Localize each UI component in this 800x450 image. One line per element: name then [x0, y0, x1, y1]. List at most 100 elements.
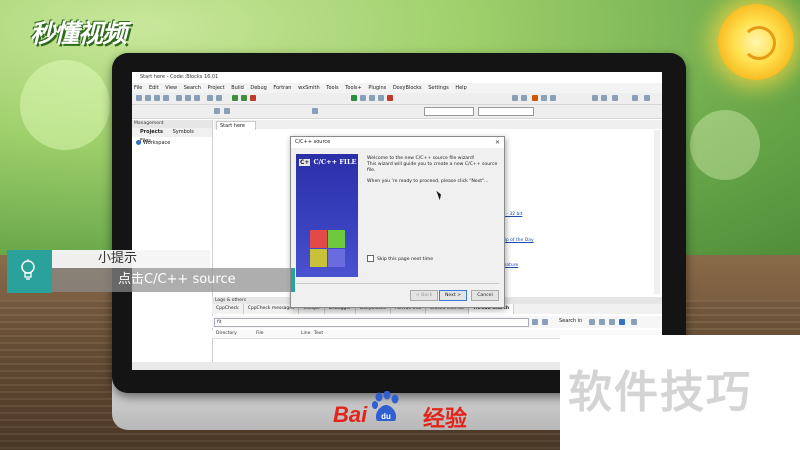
background-bokeh	[20, 60, 110, 150]
search-scope-icon[interactable]	[589, 319, 595, 325]
format-icon[interactable]	[312, 108, 318, 114]
step-into-icon[interactable]	[369, 95, 375, 101]
find-icon[interactable]	[207, 95, 213, 101]
tab-projects[interactable]: Projects	[140, 129, 163, 135]
ide-toolbar-secondary	[132, 105, 662, 119]
ide-title: Start here - Code::Blocks 16.01	[140, 74, 219, 80]
menu-edit[interactable]: Edit	[149, 85, 159, 91]
menu-tools[interactable]: Tools	[326, 85, 338, 91]
tab-start-here[interactable]: Start here	[216, 121, 256, 130]
management-title: Management	[132, 120, 212, 128]
log-tab-cppcheck[interactable]: CppCheck	[212, 304, 244, 314]
baidu-paw-icon: du	[372, 391, 399, 421]
workspace-label: Workspace	[143, 140, 171, 146]
search-options-icon[interactable]	[542, 319, 548, 325]
lightbulb-icon	[21, 259, 35, 280]
close-icon[interactable]: ✕	[495, 137, 500, 148]
wizard-line-2: This wizard will guide you to create a n…	[367, 162, 498, 173]
menu-help[interactable]: Help	[455, 85, 466, 91]
symbol-browser-icon[interactable]	[224, 108, 230, 114]
bookmark-icon[interactable]	[532, 95, 538, 101]
paste-icon[interactable]	[194, 95, 200, 101]
menu-fortran[interactable]: Fortran	[273, 85, 291, 91]
jump-back-icon[interactable]	[512, 95, 518, 101]
search-icon[interactable]	[532, 319, 538, 325]
cut-icon[interactable]	[176, 95, 182, 101]
new-file-icon[interactable]	[136, 95, 142, 101]
menu-file[interactable]: File	[134, 85, 142, 91]
comment-icon[interactable]	[592, 95, 598, 101]
jump-forward-icon[interactable]	[521, 95, 527, 101]
workspace-icon	[136, 140, 141, 145]
copy-icon[interactable]	[185, 95, 191, 101]
menu-settings[interactable]: Settings	[428, 85, 449, 91]
tip-accent-bar	[291, 268, 295, 292]
monitor-screen: Start here - Code::Blocks 16.01 File Edi…	[132, 72, 662, 370]
menu-doxyblocks[interactable]: DoxyBlocks	[393, 85, 422, 91]
sun-spiral-icon	[742, 26, 776, 60]
menu-view[interactable]: View	[165, 85, 177, 91]
next-button[interactable]: Next >	[439, 290, 467, 301]
wizard-tiles-icon	[310, 230, 346, 268]
dialog-title: C/C++ source	[295, 139, 331, 145]
highlight-icon[interactable]	[632, 95, 638, 101]
tab-symbols[interactable]: Symbols	[173, 129, 194, 135]
build-icon[interactable]	[232, 95, 238, 101]
menu-build[interactable]: Build	[231, 85, 244, 91]
new-source-wizard-dialog: C/C++ source ✕ C+ C/C++ FILE Welcome to t…	[290, 136, 505, 308]
col-line: Line	[301, 331, 311, 336]
col-file: File	[256, 331, 264, 336]
skip-page-checkbox[interactable]	[367, 255, 374, 262]
menu-tools-plus[interactable]: Tools+	[345, 85, 362, 91]
baidu-logo-bai: Bai	[333, 402, 368, 427]
goto-icon[interactable]	[612, 95, 618, 101]
link-tip-of-the-day[interactable]: Tip of the Day	[502, 238, 534, 243]
back-button[interactable]: < Back	[410, 290, 438, 301]
open-file-icon[interactable]	[145, 95, 151, 101]
editor-scrollbar[interactable]	[654, 130, 660, 294]
save-icon[interactable]	[154, 95, 160, 101]
step-out-icon[interactable]	[378, 95, 384, 101]
ide-menu-bar: File Edit View Search Project Build Debu…	[132, 83, 662, 93]
tip-body: 点击C/C++ source	[118, 272, 236, 287]
search-settings-icon[interactable]	[631, 319, 637, 325]
prev-bookmark-icon[interactable]	[541, 95, 547, 101]
next-bookmark-icon[interactable]	[550, 95, 556, 101]
link-32-bit[interactable]: n - 32 bit	[502, 212, 522, 217]
step-icon[interactable]	[360, 95, 366, 101]
uncomment-icon[interactable]	[601, 95, 607, 101]
search-dir-icon[interactable]	[619, 319, 625, 325]
run-icon[interactable]	[241, 95, 247, 101]
debug-icon[interactable]	[351, 95, 357, 101]
menu-plugins[interactable]: Plugins	[368, 85, 386, 91]
function-dropdown[interactable]	[478, 107, 534, 116]
search-project-icon[interactable]	[599, 319, 605, 325]
workspace-node[interactable]: Workspace	[136, 140, 170, 146]
code-completion-icon[interactable]	[214, 108, 220, 114]
wizard-banner-title: C+ C/C++ FILE	[299, 158, 357, 166]
menu-search[interactable]: Search	[184, 85, 201, 91]
menu-project[interactable]: Project	[208, 85, 225, 91]
stop-icon[interactable]	[250, 95, 256, 101]
editor-tabbar: Start here	[214, 120, 662, 130]
skip-page-checkbox-row[interactable]: Skip this page next time	[367, 255, 433, 262]
wizard-banner-text: C/C++ FILE	[313, 158, 357, 166]
thread-search-input[interactable]: fit	[214, 318, 529, 327]
replace-icon[interactable]	[216, 95, 222, 101]
management-tabs: Projects Symbols Files	[132, 128, 212, 144]
menu-debug[interactable]: Debug	[250, 85, 266, 91]
top-brand-logo: 秒懂视频	[30, 19, 127, 48]
ide-title-bar: Start here - Code::Blocks 16.01	[132, 72, 662, 83]
wizard-line-3: When you 're ready to proceed, please cl…	[367, 179, 489, 184]
search-workspace-icon[interactable]	[609, 319, 615, 325]
debug-stop-icon[interactable]	[387, 95, 393, 101]
menu-wxsmith[interactable]: wxSmith	[298, 85, 320, 91]
wizard-banner: C+ C/C++ FILE	[296, 154, 358, 277]
save-all-icon[interactable]	[163, 95, 169, 101]
scope-dropdown[interactable]	[424, 107, 474, 116]
cancel-button[interactable]: Cancel	[471, 290, 499, 301]
baidu-logo-jingyan: 经验	[423, 407, 468, 432]
corner-watermark-text: 软件技巧	[568, 367, 752, 418]
regex-icon[interactable]	[644, 95, 650, 101]
thread-search-row: fit Search in	[212, 316, 662, 328]
